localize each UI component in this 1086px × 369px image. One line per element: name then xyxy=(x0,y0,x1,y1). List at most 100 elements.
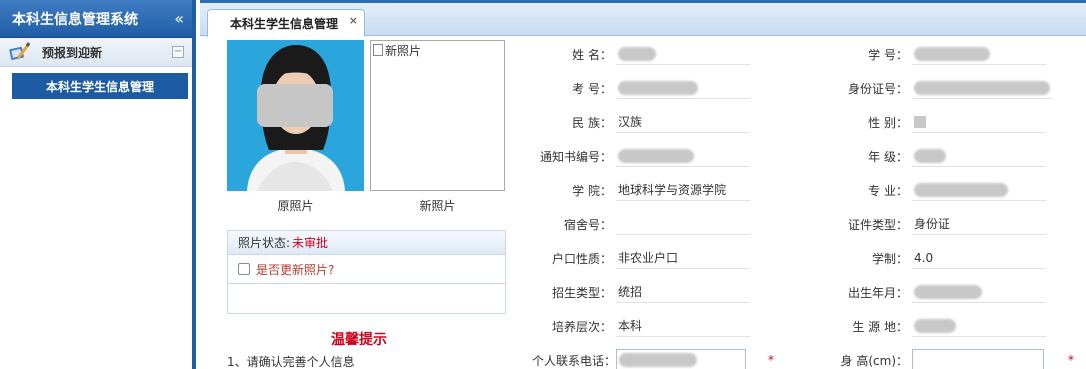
sidebar: 本科生信息管理系统 « 预报到迎新 − 本科生学生信息管理 xyxy=(0,0,196,369)
college-value: 地球科学与资源学院 xyxy=(616,179,750,201)
redacted-value xyxy=(618,46,656,61)
redacted-value xyxy=(618,148,694,163)
field-education-level: 培养层次： 本科 xyxy=(532,315,750,337)
field-id-number: 身份证号： xyxy=(814,77,1052,99)
field-gender: 性 别： xyxy=(814,111,1046,133)
tab-bar: 本科生学生信息管理 × xyxy=(200,0,1086,37)
field-label: 通知书编号： xyxy=(539,149,612,164)
notice-number-value xyxy=(616,145,750,167)
origin-value xyxy=(912,315,1046,337)
field-label: 身份证号： xyxy=(847,81,908,96)
original-photo xyxy=(227,40,364,191)
education-level-value: 本科 xyxy=(616,315,750,337)
tab-student-info[interactable]: 本科生学生信息管理 × xyxy=(207,9,366,37)
upload-area xyxy=(228,284,505,313)
required-marker: * xyxy=(1068,353,1074,367)
field-major: 专 业： xyxy=(814,179,1046,201)
redacted-value xyxy=(914,80,1050,95)
field-label: 宿舍号： xyxy=(563,217,612,232)
field-label: 考 号： xyxy=(572,81,612,96)
grade-value xyxy=(912,145,1046,167)
photo-status-label: 照片状态: xyxy=(238,236,291,250)
redacted-value xyxy=(914,318,956,333)
field-enrollment-type: 招生类型： 统招 xyxy=(532,281,750,303)
birth-date-value xyxy=(912,281,1046,303)
update-photo-row: 是否更新照片? xyxy=(228,255,505,284)
name-value xyxy=(616,43,750,65)
gender-value xyxy=(912,111,1046,133)
field-id-type: 证件类型： 身份证 xyxy=(814,213,1046,235)
book-pen-icon xyxy=(8,42,31,62)
ethnicity-value: 汉族 xyxy=(616,111,750,133)
sidebar-group-label: 预报到迎新 xyxy=(42,45,103,60)
new-photo: 新照片 xyxy=(370,40,505,191)
field-name: 姓 名： xyxy=(532,43,750,65)
field-phone: 个人联系电话： xyxy=(532,349,746,369)
field-birth-date: 出生年月： xyxy=(814,281,1046,303)
field-ethnicity: 民 族： 汉族 xyxy=(532,111,750,133)
required-marker: * xyxy=(768,353,774,367)
field-label: 民 族： xyxy=(572,115,612,130)
field-label: 年 级： xyxy=(868,149,908,164)
collapse-sidebar-icon[interactable]: « xyxy=(174,9,184,28)
field-label: 户口性质： xyxy=(551,251,612,266)
exam-number-value xyxy=(616,77,750,99)
field-grade: 年 级： xyxy=(814,145,1046,167)
field-label: 证件类型： xyxy=(847,217,908,232)
field-college: 学 院： 地球科学与资源学院 xyxy=(532,179,750,201)
field-label: 学制： xyxy=(871,251,908,266)
field-exam-number: 考 号： xyxy=(532,77,750,99)
field-notice-number: 通知书编号： xyxy=(532,145,750,167)
field-household-type: 户口性质： 非农业户口 xyxy=(532,247,750,269)
field-duration: 学制： 4.0 xyxy=(814,247,1046,269)
field-label: 个人联系电话： xyxy=(532,353,617,368)
household-type-value: 非农业户口 xyxy=(616,247,750,269)
main-area: 本科生学生信息管理 × 原照片 新照片 新照片 照片状态: 未审批 是否更新照片… xyxy=(200,0,1086,369)
tips-title: 温馨提示 xyxy=(331,332,387,348)
redacted-value xyxy=(914,115,926,128)
field-label: 学 院： xyxy=(572,183,612,198)
redacted-value xyxy=(914,148,946,163)
original-photo-caption: 原照片 xyxy=(277,199,314,213)
field-label: 招生类型： xyxy=(551,285,612,300)
field-label: 生 源 地： xyxy=(852,319,908,334)
update-photo-label[interactable]: 是否更新照片? xyxy=(256,261,334,278)
broken-image-icon xyxy=(373,44,383,56)
group-collapse-toggle[interactable]: − xyxy=(172,46,184,58)
redacted-value xyxy=(619,353,697,367)
field-height: 身 高(cm)： xyxy=(814,349,1044,369)
id-type-value: 身份证 xyxy=(912,213,1046,235)
field-label: 出生年月： xyxy=(847,285,908,300)
content-area: 原照片 新照片 新照片 照片状态: 未审批 是否更新照片? 温馨提示 1、请确认… xyxy=(200,37,1086,369)
id-number-value xyxy=(912,77,1052,99)
photo-status-panel: 照片状态: 未审批 是否更新照片? xyxy=(227,230,506,314)
phone-input[interactable] xyxy=(616,349,746,369)
tab-label: 本科生学生信息管理 xyxy=(230,17,339,31)
field-origin: 生 源 地： xyxy=(814,315,1046,337)
field-dorm: 宿舍号： xyxy=(532,213,750,235)
major-value xyxy=(912,179,1046,201)
new-photo-alt: 新照片 xyxy=(385,44,422,58)
field-student-id: 学 号： xyxy=(814,43,1046,65)
new-photo-caption: 新照片 xyxy=(419,199,456,213)
close-tab-icon[interactable]: × xyxy=(349,14,358,27)
sidebar-item-student-info[interactable]: 本科生学生信息管理 xyxy=(12,73,188,99)
app-title: 本科生信息管理系统 xyxy=(12,11,138,28)
field-label: 性 别： xyxy=(868,115,908,130)
redacted-value xyxy=(914,46,990,61)
sidebar-group-registration[interactable]: 预报到迎新 − xyxy=(0,38,192,67)
sidebar-item-label: 本科生学生信息管理 xyxy=(45,79,154,94)
sidebar-header: 本科生信息管理系统 « xyxy=(0,0,192,38)
enrollment-type-value: 统招 xyxy=(616,281,750,303)
photo-status-header: 照片状态: 未审批 xyxy=(228,231,505,255)
dorm-value xyxy=(616,213,750,235)
tips-line: 1、请确认完善个人信息 xyxy=(227,355,355,369)
field-label: 专 业： xyxy=(868,183,908,198)
field-label: 学 号： xyxy=(868,47,908,62)
field-label: 姓 名： xyxy=(572,47,612,62)
redacted-value xyxy=(914,284,982,299)
height-input[interactable] xyxy=(912,349,1044,369)
duration-value: 4.0 xyxy=(912,247,1046,269)
update-photo-checkbox[interactable] xyxy=(238,263,250,275)
field-label: 培养层次： xyxy=(551,319,612,334)
